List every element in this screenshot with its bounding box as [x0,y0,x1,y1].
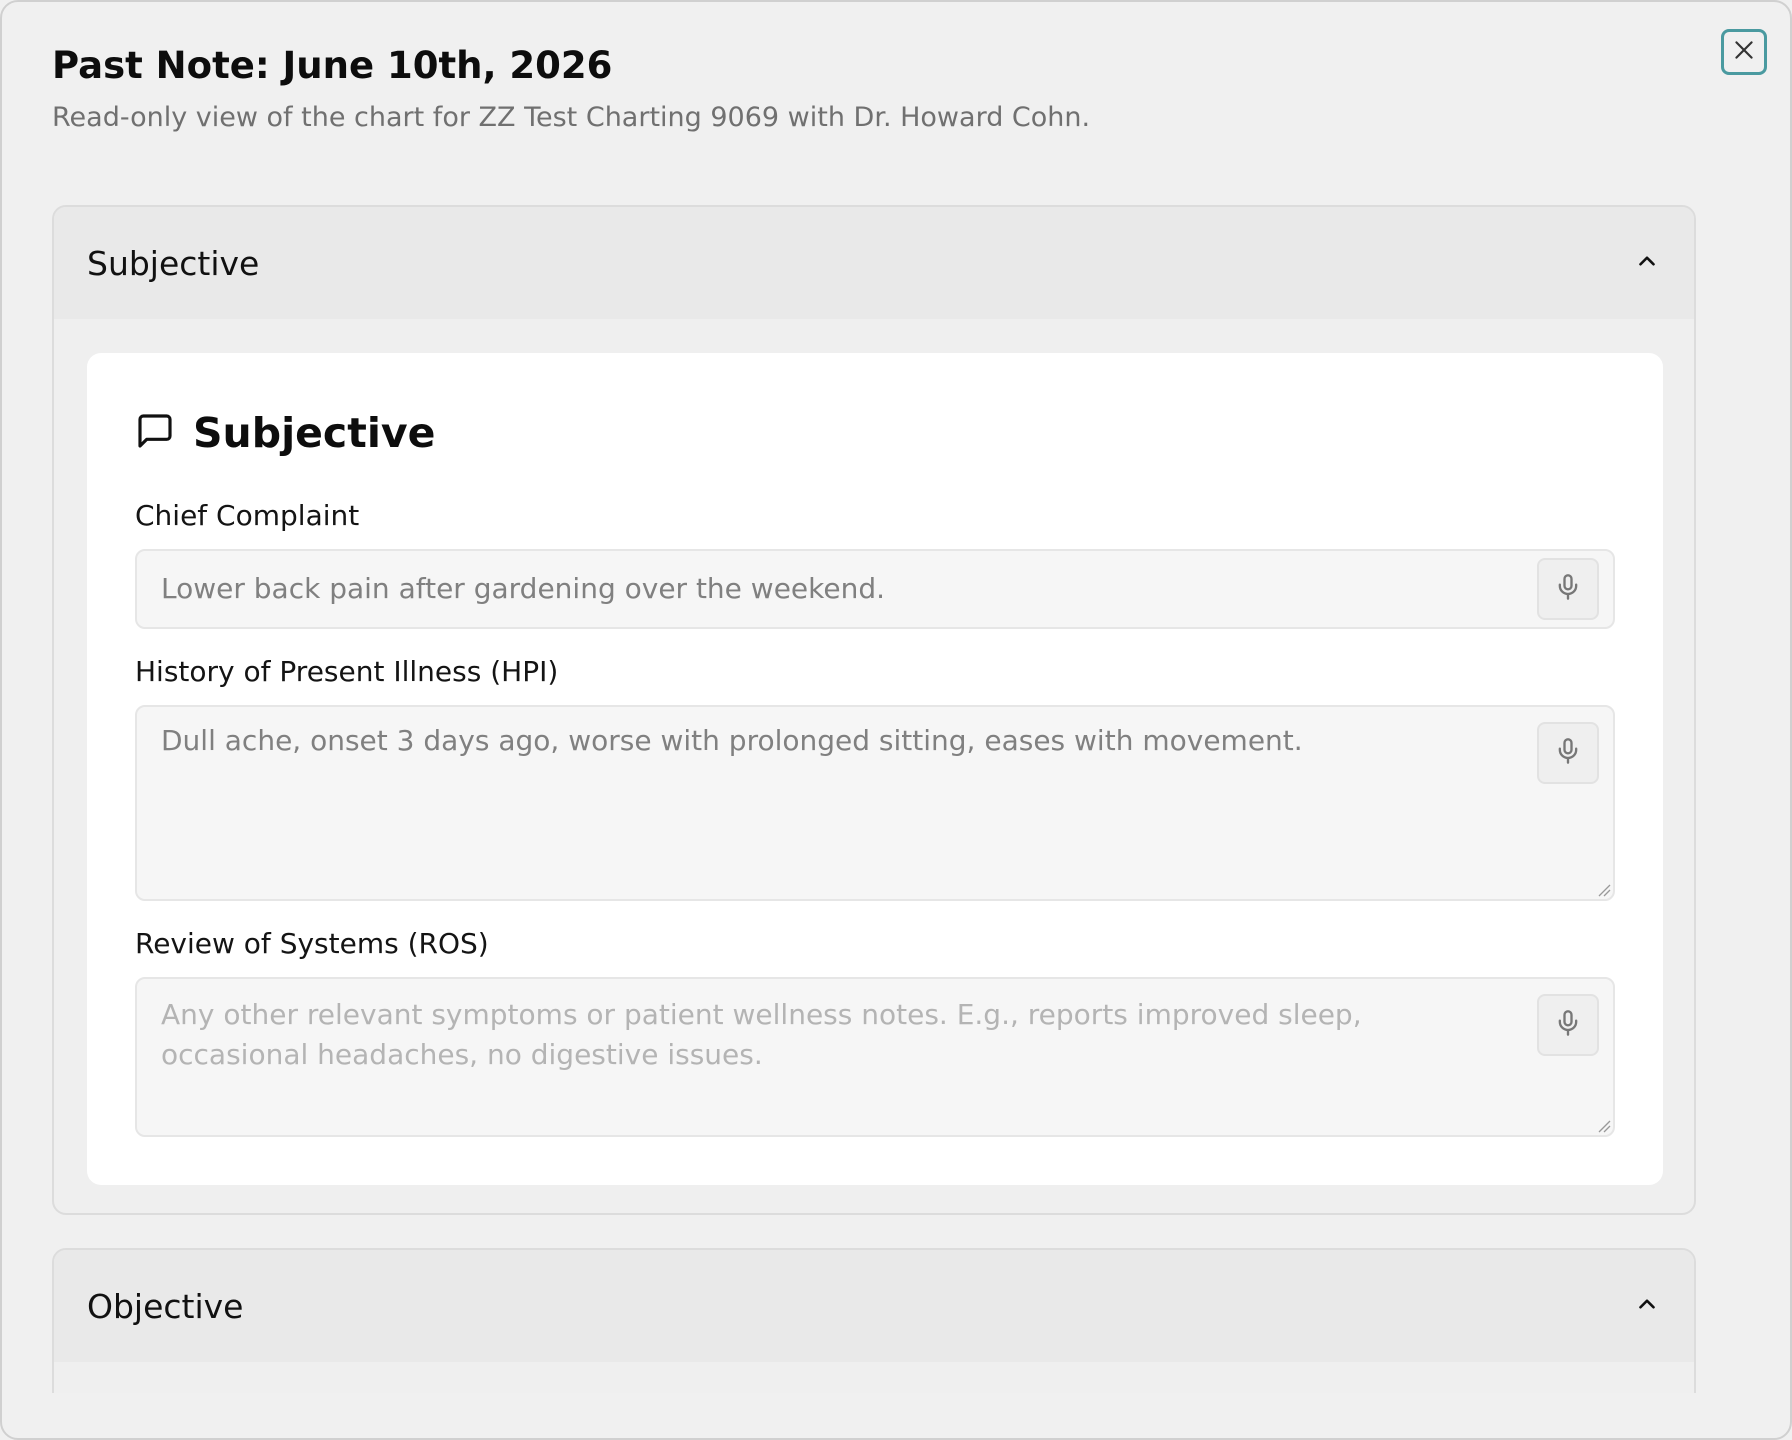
subjective-card-heading: Subjective [135,409,435,457]
subjective-card: Subjective Chief Complaint Lower back pa… [87,353,1663,1185]
section-subjective-header[interactable]: Subjective [54,207,1694,319]
close-icon [1731,37,1757,67]
dialog-scroll-area[interactable]: Past Note: June 10th, 2026 Read-only vie… [2,2,1790,1393]
chief-complaint-value: Lower back pain after gardening over the… [161,572,886,605]
microphone-icon [1554,1009,1582,1041]
chief-complaint-label: Chief Complaint [135,499,360,532]
message-square-icon [135,411,175,455]
chief-complaint-mic-button[interactable] [1537,558,1599,620]
hpi-value: Dull ache, onset 3 days ago, worse with … [161,724,1303,757]
ros-field[interactable]: Any other relevant symptoms or patient w… [135,977,1615,1137]
section-subjective: Subjective Subjective Chief Complaint Lo… [52,205,1696,1215]
section-objective: Objective [52,1248,1696,1393]
subjective-card-title: Subjective [193,409,436,457]
section-objective-header[interactable]: Objective [54,1250,1694,1362]
hpi-label: History of Present Illness (HPI) [135,655,559,688]
microphone-icon [1554,573,1582,605]
resize-grip-icon[interactable] [1595,881,1611,897]
chief-complaint-field[interactable]: Lower back pain after gardening over the… [135,549,1615,629]
section-objective-header-label: Objective [87,1286,244,1326]
section-subjective-header-label: Subjective [87,243,260,283]
chevron-up-icon [1634,1291,1660,1321]
dialog-title: Past Note: June 10th, 2026 [52,44,613,87]
resize-grip-icon[interactable] [1595,1117,1611,1133]
chevron-up-icon [1634,248,1660,278]
hpi-mic-button[interactable] [1537,722,1599,784]
ros-placeholder: Any other relevant symptoms or patient w… [161,998,1362,1071]
hpi-field[interactable]: Dull ache, onset 3 days ago, worse with … [135,705,1615,901]
close-button[interactable] [1721,29,1767,75]
past-note-dialog: Past Note: June 10th, 2026 Read-only vie… [0,0,1792,1440]
microphone-icon [1554,737,1582,769]
ros-mic-button[interactable] [1537,994,1599,1056]
ros-label: Review of Systems (ROS) [135,927,489,960]
dialog-subtitle: Read-only view of the chart for ZZ Test … [52,102,1091,133]
